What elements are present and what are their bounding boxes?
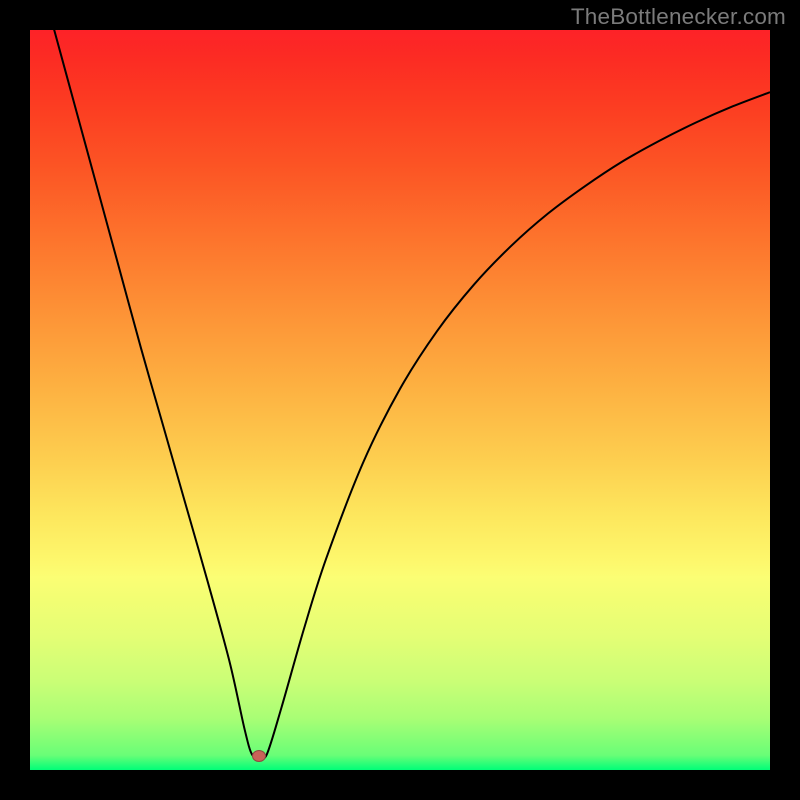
plot-area xyxy=(30,30,770,770)
min-marker xyxy=(252,750,266,762)
line-series xyxy=(30,30,770,770)
chart-frame: TheBottlenecker.com xyxy=(0,0,800,800)
watermark-label: TheBottlenecker.com xyxy=(571,4,786,30)
